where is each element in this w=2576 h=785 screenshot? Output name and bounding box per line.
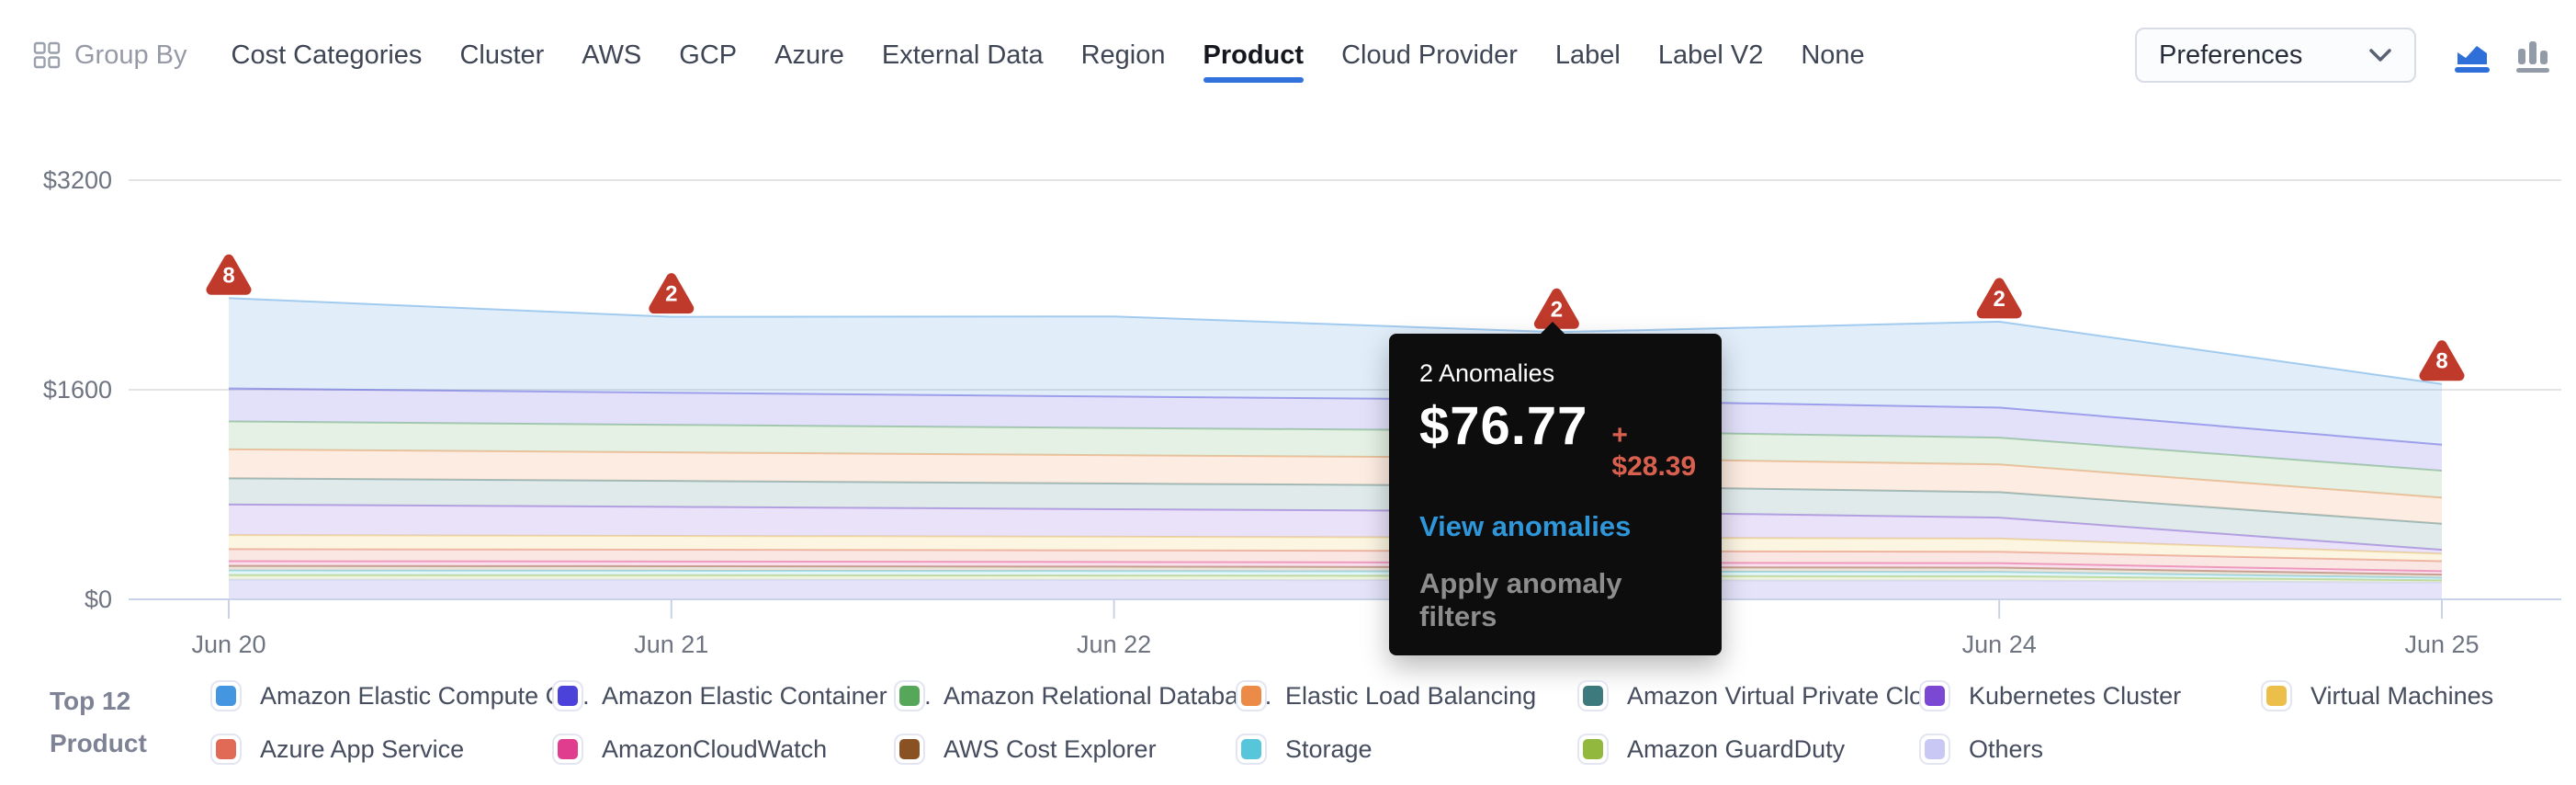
legend-color-chip — [552, 680, 583, 711]
view-anomalies-link[interactable]: View anomalies — [1419, 510, 1691, 543]
anomaly-marker[interactable]: 2 — [1982, 283, 2017, 313]
legend-color-chip — [210, 680, 242, 711]
svg-text:8: 8 — [222, 263, 234, 288]
legend-title-line2: Product — [50, 722, 147, 765]
legend-item[interactable]: AWS Cost Explorer — [894, 734, 1236, 765]
legend-item[interactable]: Storage — [1236, 734, 1577, 765]
x-axis-label: Jun 21 — [634, 631, 708, 658]
legend-item-label: Elastic Load Balancing — [1285, 682, 1536, 711]
x-axis-label: Jun 20 — [191, 631, 266, 658]
legend-item-label: Amazon Elastic Compute Cl... — [260, 682, 590, 711]
legend-item-label: AmazonCloudWatch — [602, 735, 827, 764]
svg-text:2: 2 — [1994, 287, 2005, 312]
legend-item-label: Kubernetes Cluster — [1969, 682, 2181, 711]
legend-color-chip — [1919, 734, 1950, 765]
tooltip-anomaly-count: 2 Anomalies — [1419, 359, 1691, 388]
legend-item[interactable]: Amazon GuardDuty — [1577, 734, 1919, 765]
legend-color-chip — [2261, 680, 2292, 711]
apply-anomaly-filters-link[interactable]: Apply anomaly filters — [1419, 567, 1691, 633]
legend-item[interactable]: Virtual Machines — [2261, 680, 2576, 711]
tooltip-delta: + $28.39 — [1611, 420, 1696, 483]
legend-item[interactable]: Amazon Elastic Compute Cl... — [210, 680, 552, 711]
legend-item[interactable]: Amazon Elastic Container S... — [552, 680, 894, 711]
legend-item-label: Amazon Virtual Private Cloud — [1627, 682, 1950, 711]
anomaly-marker[interactable]: 2 — [654, 279, 689, 309]
x-axis-label: Jun 25 — [2404, 631, 2479, 658]
legend-color-chip — [1577, 734, 1609, 765]
y-axis-label: $1600 — [43, 376, 112, 404]
tooltip-amount: $76.77 — [1419, 395, 1587, 457]
legend-item[interactable]: Amazon Relational Databas... — [894, 680, 1236, 711]
legend-item[interactable]: Azure App Service — [210, 734, 552, 765]
legend-item-label: Amazon Relational Databas... — [943, 682, 1271, 711]
stacked-area-chart: $0$1600$3200Jun 20Jun 21Jun 22Jun 23Jun … — [0, 0, 2576, 671]
anomaly-marker[interactable]: 8 — [211, 259, 246, 290]
legend-item[interactable]: AmazonCloudWatch — [552, 734, 894, 765]
chart-legend: Amazon Elastic Compute Cl...Amazon Elast… — [210, 680, 2576, 765]
legend-item-label: Azure App Service — [260, 735, 464, 764]
anomaly-marker[interactable]: 8 — [2424, 346, 2459, 376]
legend-title-line1: Top 12 — [50, 680, 147, 722]
legend-color-chip — [1919, 680, 1950, 711]
y-axis-label: $0 — [85, 586, 112, 613]
y-axis-label: $3200 — [43, 166, 112, 194]
legend-item[interactable]: Elastic Load Balancing — [1236, 680, 1577, 711]
x-axis-label: Jun 22 — [1077, 631, 1151, 658]
legend-item[interactable]: Amazon Virtual Private Cloud — [1577, 680, 1919, 711]
legend-item-label: Amazon Elastic Container S... — [602, 682, 932, 711]
svg-text:2: 2 — [665, 282, 677, 307]
legend-color-chip — [894, 680, 925, 711]
legend-color-chip — [210, 734, 242, 765]
x-axis-label: Jun 24 — [1962, 631, 2037, 658]
tooltip-amount-row: $76.77 + $28.39 — [1419, 395, 1691, 483]
anomaly-marker[interactable]: 2 — [1539, 293, 1574, 324]
anomaly-tooltip: 2 Anomalies $76.77 + $28.39 View anomali… — [1389, 334, 1722, 655]
legend-item-label: Virtual Machines — [2310, 682, 2493, 711]
legend-item-label: Others — [1969, 735, 2043, 764]
svg-text:2: 2 — [1551, 297, 1563, 322]
legend-item[interactable]: Kubernetes Cluster — [1919, 680, 2261, 711]
legend-item[interactable]: Others — [1919, 734, 2261, 765]
legend-item-label: Storage — [1285, 735, 1373, 764]
legend-title: Top 12 Product — [50, 680, 147, 765]
legend-color-chip — [1577, 680, 1609, 711]
area-band — [229, 580, 2442, 599]
legend-color-chip — [552, 734, 583, 765]
cost-dashboard: Group By Cost CategoriesClusterAWSGCPAzu… — [0, 0, 2576, 785]
legend-color-chip — [1236, 734, 1267, 765]
legend-item-label: AWS Cost Explorer — [943, 735, 1157, 764]
legend-color-chip — [894, 734, 925, 765]
svg-text:8: 8 — [2435, 349, 2447, 374]
legend-item-label: Amazon GuardDuty — [1627, 735, 1845, 764]
legend-color-chip — [1236, 680, 1267, 711]
